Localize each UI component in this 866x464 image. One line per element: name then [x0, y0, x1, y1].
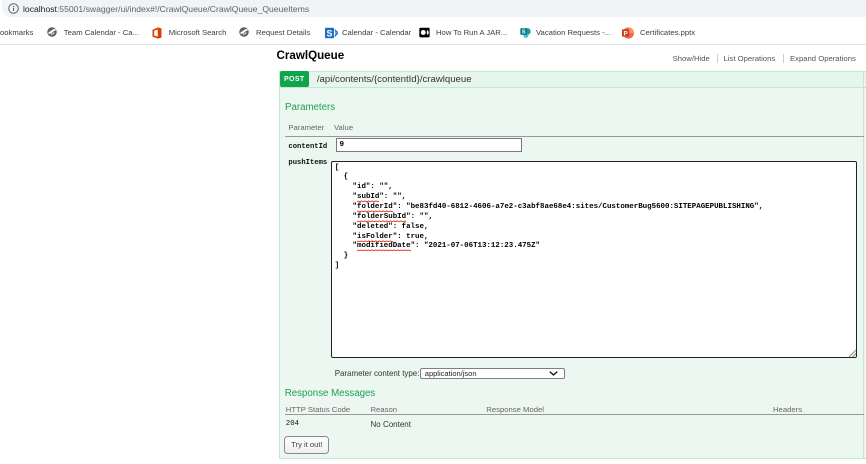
svg-text:S: S: [326, 28, 332, 38]
svg-text:S: S: [521, 29, 525, 35]
svg-text:P: P: [623, 30, 628, 37]
